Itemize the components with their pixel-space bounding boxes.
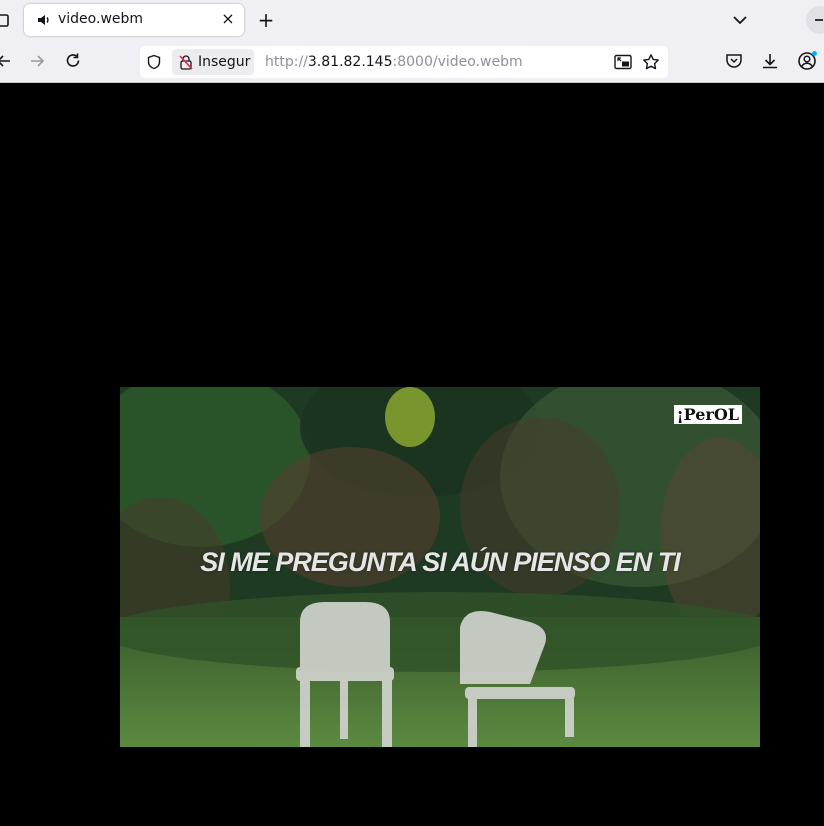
tab-bar: video.webm × + xyxy=(0,0,824,40)
security-indicator[interactable]: Insegur xyxy=(172,49,254,75)
new-tab-button[interactable]: + xyxy=(256,10,276,30)
minimize-icon xyxy=(815,19,823,21)
picture-in-picture-icon[interactable] xyxy=(614,54,632,70)
tab-title: video.webm xyxy=(58,11,144,27)
star-icon[interactable] xyxy=(642,53,660,71)
navigation-toolbar: Insegur http://3.81.82.145:8000/video.we… xyxy=(0,40,824,83)
video-player[interactable]: SI ME PREGUNTA SI AÚN PIENSO EN TI ¡PerO… xyxy=(120,387,760,747)
speaker-icon[interactable] xyxy=(36,12,52,28)
channel-logo: ¡PerOL xyxy=(673,405,742,424)
tab-video-webm[interactable]: video.webm × xyxy=(24,4,244,36)
url-text[interactable]: http://3.81.82.145:8000/video.webm xyxy=(265,54,523,70)
arrow-left-icon[interactable] xyxy=(0,51,14,71)
shield-icon[interactable] xyxy=(146,54,162,70)
chevron-down-icon[interactable] xyxy=(730,10,750,30)
tab-overflow-icon[interactable] xyxy=(0,12,10,28)
pocket-icon[interactable] xyxy=(725,52,743,70)
url-host: 3.81.82.145 xyxy=(307,54,393,70)
security-label: Insegur xyxy=(198,54,251,70)
insecure-lock-icon xyxy=(179,55,193,70)
browser-chrome: video.webm × + Insegur http://3.81.82.14… xyxy=(0,0,824,83)
page-content: SI ME PREGUNTA SI AÚN PIENSO EN TI ¡PerO… xyxy=(0,83,824,826)
url-scheme: http:// xyxy=(265,54,308,70)
arrow-right-icon[interactable] xyxy=(27,51,47,71)
reload-icon[interactable] xyxy=(63,51,83,71)
url-bar[interactable]: Insegur http://3.81.82.145:8000/video.we… xyxy=(140,46,668,78)
video-subtitle: SI ME PREGUNTA SI AÚN PIENSO EN TI xyxy=(200,547,681,577)
account-icon[interactable] xyxy=(797,51,817,71)
close-tab-icon[interactable]: × xyxy=(218,9,238,29)
minimize-button[interactable] xyxy=(806,6,824,34)
url-path: :8000/video.webm xyxy=(392,54,523,70)
download-icon[interactable] xyxy=(761,52,779,70)
